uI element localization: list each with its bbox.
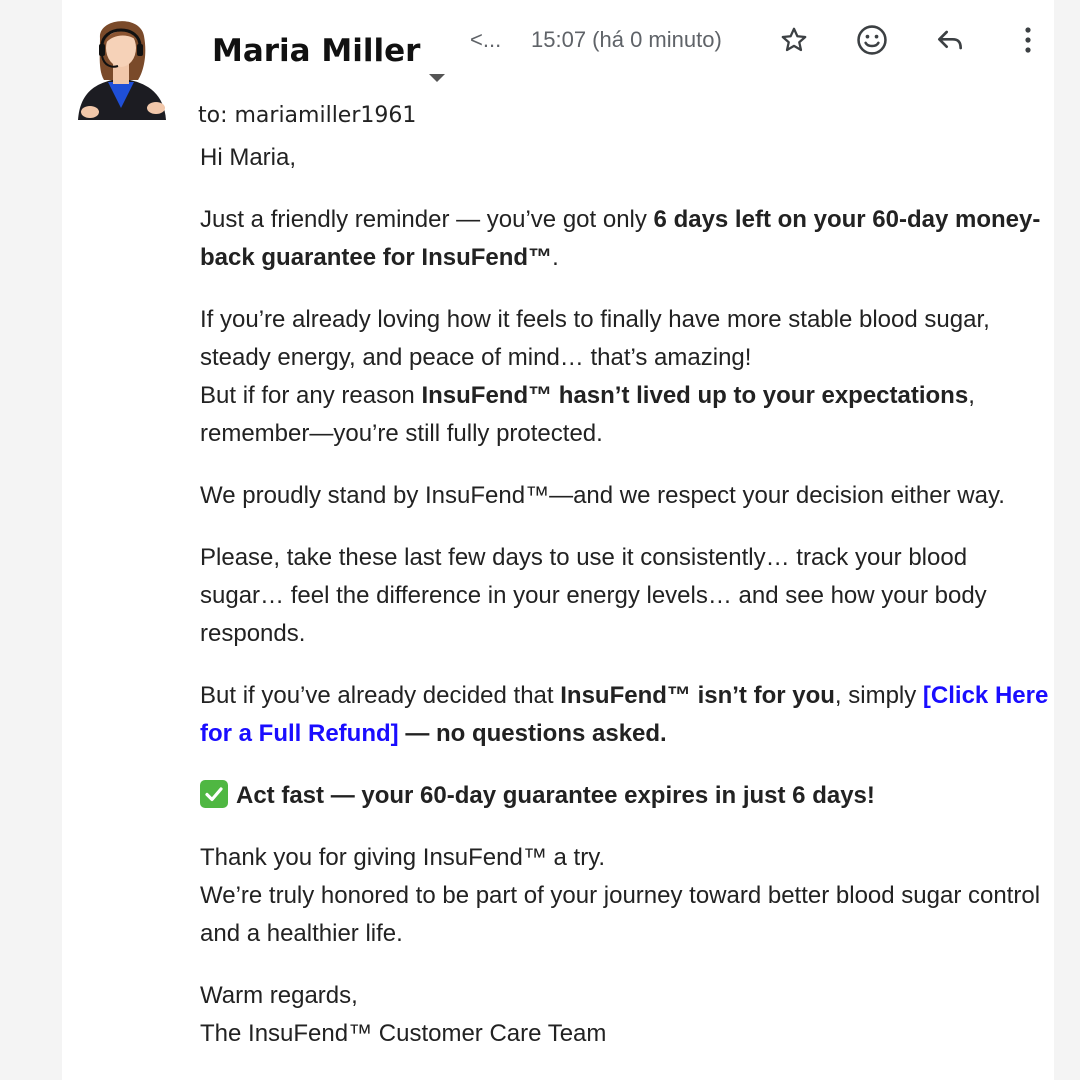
reminder-end: . [552,244,559,271]
not-for-you-highlight: InsuFend™ isn’t for you [560,682,835,709]
simply-text: , simply [834,682,923,709]
sender-name: Maria Miller [212,33,421,69]
decided-text: But if you’ve already decided that [200,682,561,709]
refund-paragraph: But if you’ve already decided that InsuF… [200,677,1052,753]
star-icon[interactable] [776,22,812,58]
sign-off: Warm regards, [200,982,358,1009]
reminder-text: Just a friendly reminder — you’ve got on… [200,206,654,233]
reminder-paragraph: Just a friendly reminder — you’ve got on… [200,201,1052,277]
consistency-paragraph: Please, take these last few days to use … [200,544,987,647]
thanks-paragraph: Thank you for giving InsuFend™ a try. We’… [200,839,1052,953]
loving-text: If you’re already loving how it feels to… [200,306,990,371]
recipient-line: to: mariamiller1961 [198,103,417,128]
honored-text: We’re truly honored to be part of your j… [200,882,1041,947]
timestamp: 15:07 (há 0 minuto) [531,27,722,52]
emoji-icon[interactable] [854,22,890,58]
signature: Warm regards, The InsuFend™ Customer Care… [200,977,1052,1053]
expectations-highlight: InsuFend™ hasn’t lived up to your expect… [421,382,969,409]
stand-by-paragraph: We proudly stand by InsuFend™—and we res… [200,482,1005,509]
more-vert-icon[interactable] [1010,22,1046,58]
no-questions-text: — no questions asked. [398,720,667,747]
email-card: Maria Miller to: mariamiller1961 <... 15… [62,0,1054,1080]
sign-team: The InsuFend™ Customer Care Team [200,1020,607,1047]
act-fast-paragraph: Act fast — your 60-day guarantee expires… [200,777,1052,815]
reason-text: But if for any reason [200,382,422,409]
thanks-text: Thank you for giving InsuFend™ a try. [200,844,606,871]
reply-icon[interactable] [932,22,968,58]
expectations-paragraph: If you’re already loving how it feels to… [200,301,1052,453]
avatar[interactable] [70,8,172,120]
greeting: Hi Maria, [200,144,297,171]
chevron-down-icon[interactable] [429,74,445,82]
act-fast-text: Act fast — your 60-day guarantee expires… [236,782,875,809]
check-mark-icon [200,780,228,808]
email-body: Hi Maria, Just a friendly reminder — you… [200,139,1052,1077]
older-message-link[interactable]: <... [470,27,501,53]
